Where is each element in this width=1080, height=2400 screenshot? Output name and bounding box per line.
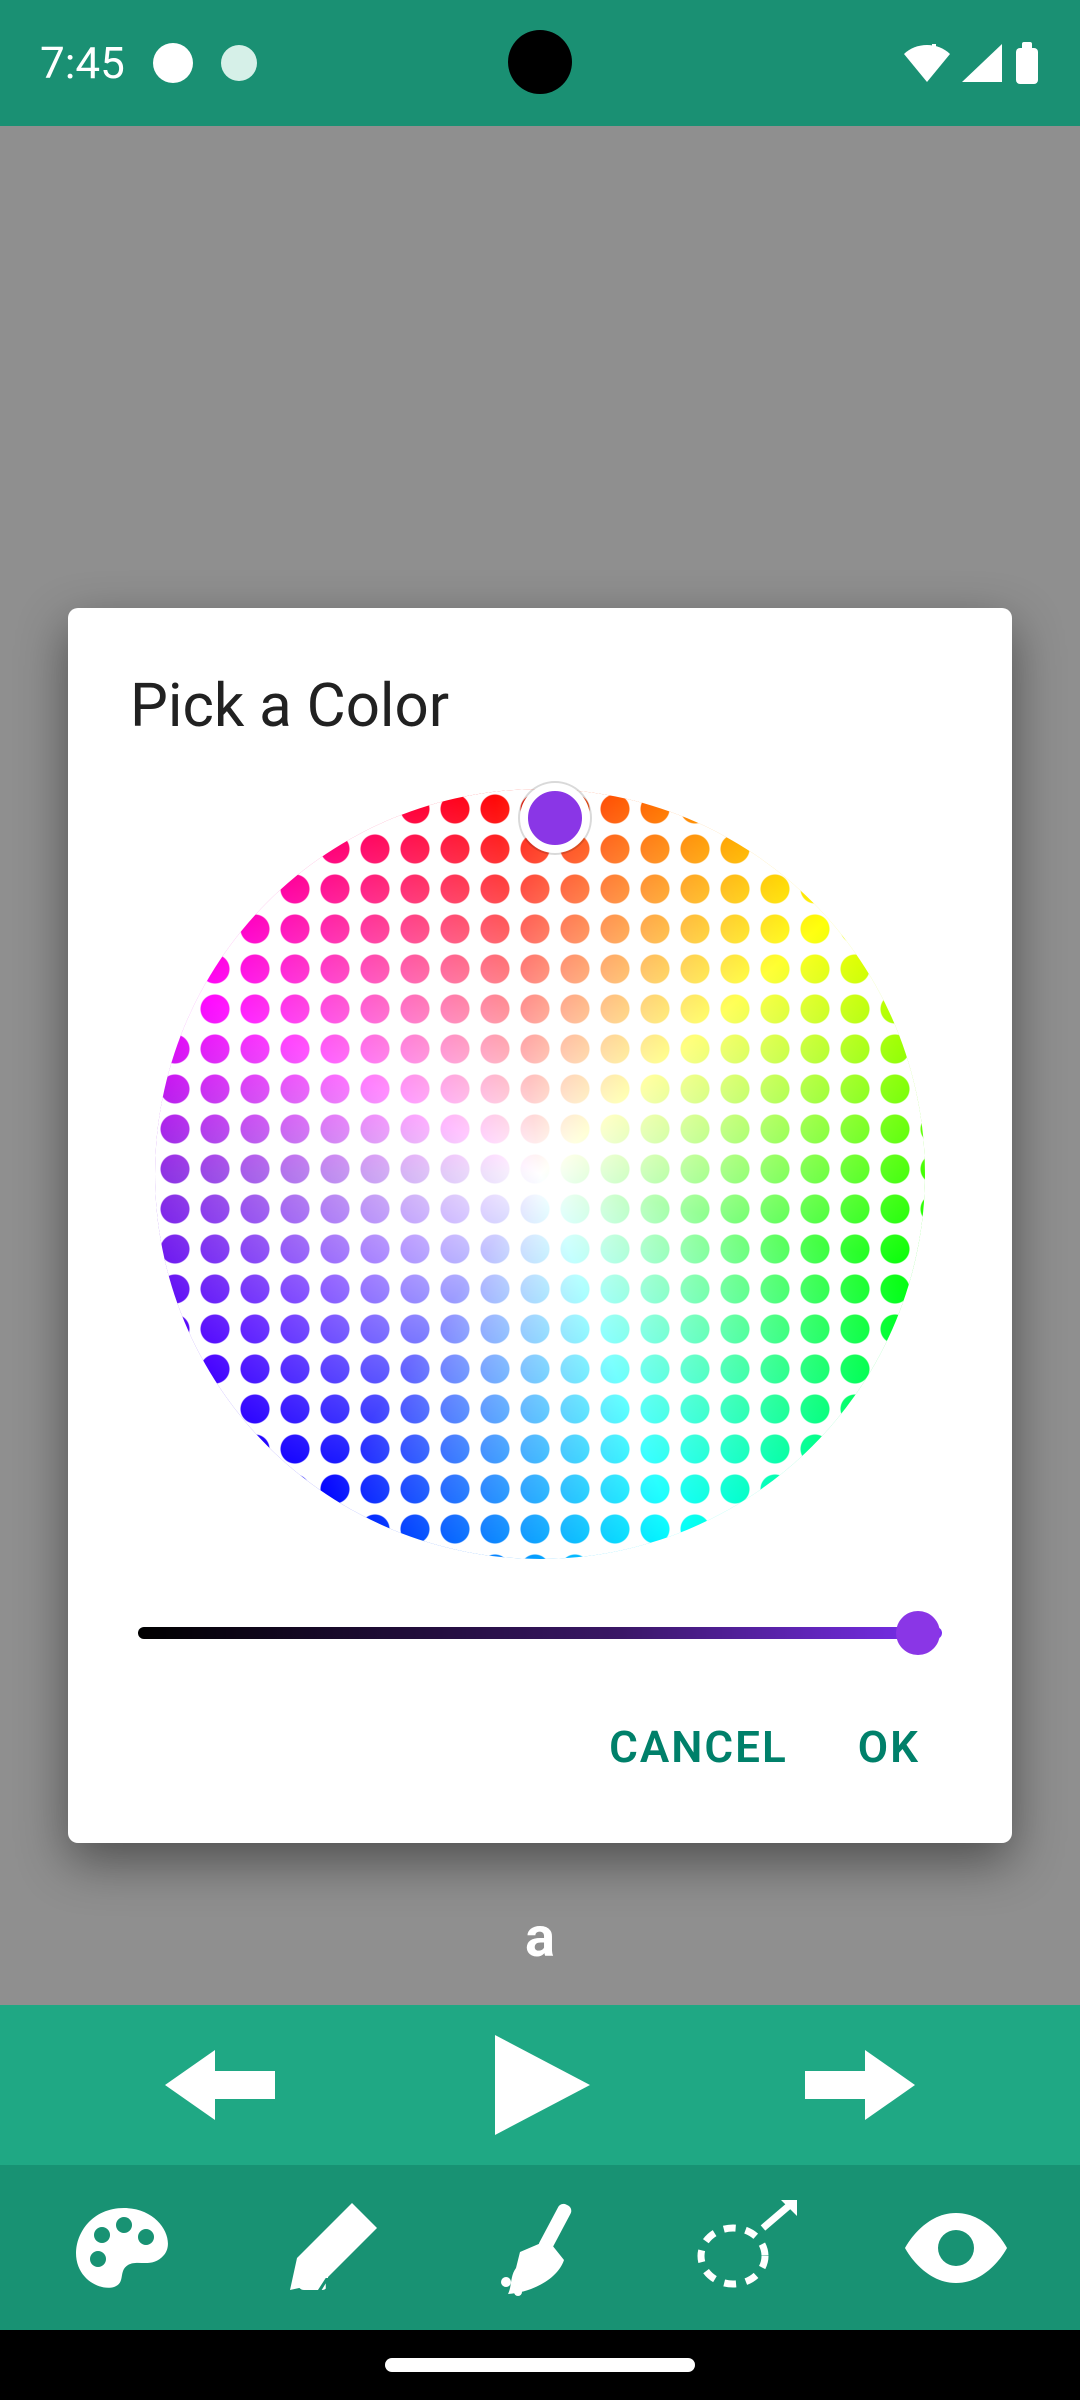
preview-button[interactable] [896, 2188, 1016, 2308]
clock-time: 7:45 [40, 37, 125, 89]
tool-bar: 4 [0, 2165, 1080, 2330]
notification-dot-icon [153, 43, 193, 83]
playback-bar [0, 2005, 1080, 2165]
ok-button[interactable]: OK [858, 1721, 920, 1773]
color-wheel-selector[interactable] [520, 783, 590, 853]
battery-icon [1014, 42, 1040, 84]
notification-app-icon [221, 45, 257, 81]
color-picker-dialog: Pick a Color CANCEL OK [68, 608, 1012, 1843]
color-wheel[interactable] [155, 789, 925, 1559]
arrow-right-icon [805, 2045, 915, 2125]
camera-hole [508, 30, 572, 94]
gesture-nav-bar [0, 2330, 1080, 2400]
arrow-left-icon [165, 2045, 275, 2125]
dialog-actions: CANCEL OK [130, 1693, 950, 1803]
palette-icon [74, 2203, 174, 2293]
dialog-title: Pick a Color [130, 670, 950, 741]
palette-button[interactable] [64, 2188, 184, 2308]
value-slider-thumb[interactable] [896, 1611, 940, 1655]
pen-size-badge: 4 [316, 2272, 333, 2307]
next-button[interactable] [805, 2045, 915, 2125]
broom-icon [490, 2198, 590, 2298]
pen-button[interactable]: 4 [272, 2188, 392, 2308]
cell-signal-icon [962, 44, 1002, 82]
play-button[interactable] [485, 2030, 595, 2140]
prev-button[interactable] [165, 2045, 275, 2125]
value-slider-track [138, 1627, 942, 1639]
eye-icon [901, 2208, 1011, 2288]
play-icon [485, 2030, 595, 2140]
status-left: 7:45 [40, 37, 257, 89]
brush-button[interactable] [480, 2188, 600, 2308]
lasso-arrow-icon [693, 2198, 803, 2298]
cancel-button[interactable]: CANCEL [609, 1721, 788, 1773]
wifi-icon [904, 44, 950, 82]
status-right [904, 42, 1040, 84]
nav-pill[interactable] [385, 2358, 695, 2372]
canvas-letter: a [525, 1904, 555, 1970]
lasso-button[interactable] [688, 2188, 808, 2308]
color-wheel-gradient [155, 789, 925, 1559]
value-slider[interactable] [138, 1603, 942, 1663]
